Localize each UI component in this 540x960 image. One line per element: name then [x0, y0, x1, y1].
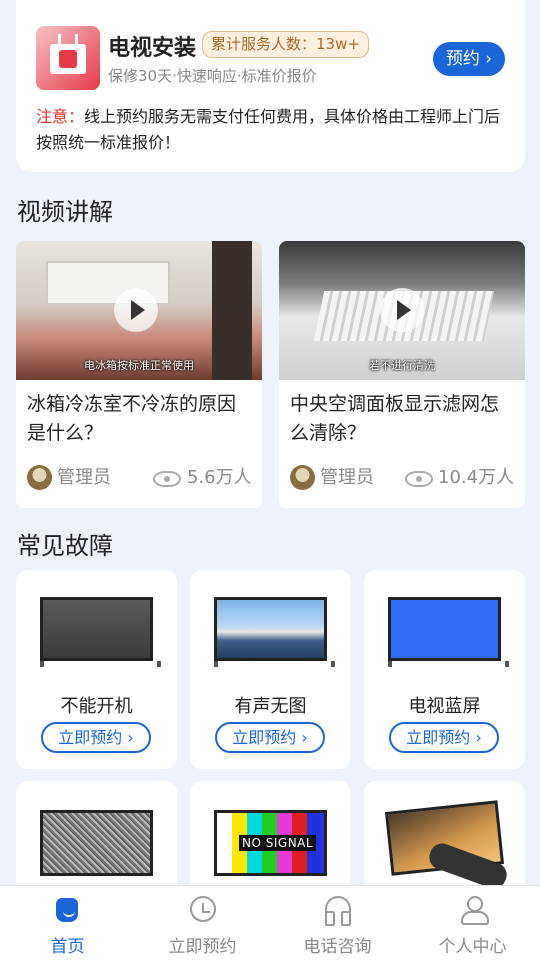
book-button[interactable]: 预约 › [433, 42, 505, 76]
service-title: 电视安装 [108, 36, 197, 61]
video-card[interactable]: 若不进行清洗 中央空调面板显示滤网怎么清除？ 管理员 10.4万人 [279, 241, 525, 508]
tv-image: NO SIGNAL [214, 810, 327, 876]
tab-label: 首页 [50, 937, 85, 957]
fault-card[interactable] [364, 781, 525, 901]
fault-card[interactable]: 不能开机 立即预约 › [16, 570, 177, 769]
clock-icon [190, 896, 216, 922]
fault-card[interactable]: 电视蓝屏 立即预约 › [364, 570, 525, 769]
fault-card[interactable]: NO SIGNAL [190, 781, 351, 901]
fault-name: 有声无图 [234, 696, 307, 717]
book-now-button[interactable]: 立即预约 › [215, 722, 325, 753]
view-count: 5.6万人 [187, 467, 252, 488]
tab-label: 电话咨询 [303, 937, 372, 957]
service-card: 电视安装 累计服务人数：13w+ 保修30天·快速响应·标准价报价 预约 › 注… [16, 0, 525, 172]
tab-book-now[interactable]: 立即预约 [135, 886, 270, 960]
play-icon[interactable] [380, 288, 424, 332]
video-title[interactable]: 中央空调面板显示滤网怎么清除？ [290, 390, 516, 448]
tab-label: 个人中心 [438, 937, 507, 957]
served-count-badge: 累计服务人数：13w+ [202, 31, 369, 58]
home-icon [56, 898, 78, 922]
view-count: 10.4万人 [438, 467, 515, 488]
video-caption: 若不进行清洗 [369, 359, 435, 372]
fault-card[interactable] [16, 781, 177, 901]
notice-body: 线上预约服务无需支付任何费用，具体价格由工程师上门后按照统一标准报价！ [36, 107, 501, 152]
tv-image [388, 597, 509, 667]
headset-icon [325, 896, 351, 926]
play-icon[interactable] [114, 288, 158, 332]
tab-profile[interactable]: 个人中心 [405, 886, 540, 960]
service-subtitle: 保修30天·快速响应·标准价报价 [108, 67, 317, 85]
tv-image [40, 810, 153, 876]
eye-icon [405, 471, 433, 487]
user-icon [460, 896, 489, 925]
notice-label: 注意： [36, 107, 85, 126]
fault-name: 不能开机 [60, 696, 133, 717]
video-caption: 电冰箱按标准正常使用 [84, 359, 194, 372]
avatar [290, 465, 315, 490]
video-card[interactable]: 电冰箱按标准正常使用 冰箱冷冻室不冷冻的原因是什么？ 管理员 5.6万人 [16, 241, 262, 508]
video-section-title: 视频讲解 [17, 198, 113, 226]
bottom-tab-bar: 首页 立即预约 电话咨询 个人中心 [0, 885, 540, 960]
book-now-button[interactable]: 立即预约 › [389, 722, 499, 753]
fault-card[interactable]: 有声无图 立即预约 › [190, 570, 351, 769]
eye-icon [153, 471, 181, 487]
author-name: 管理员 [57, 467, 111, 488]
tab-home[interactable]: 首页 [0, 886, 135, 960]
book-now-button[interactable]: 立即预约 › [41, 722, 151, 753]
tv-image [214, 597, 335, 667]
author-name: 管理员 [320, 467, 374, 488]
avatar [27, 465, 52, 490]
notice-text: 注意：线上预约服务无需支付任何费用，具体价格由工程师上门后按照统一标准报价！ [36, 104, 506, 156]
no-signal-text: NO SIGNAL [239, 835, 317, 851]
tab-label: 立即预约 [168, 937, 237, 957]
tab-phone-consult[interactable]: 电话咨询 [270, 886, 405, 960]
tv-install-icon [36, 26, 100, 90]
tv-image [40, 597, 161, 667]
video-title[interactable]: 冰箱冷冻室不冷冻的原因是什么？ [27, 390, 253, 448]
faults-section-title: 常见故障 [17, 532, 113, 560]
fault-name: 电视蓝屏 [408, 696, 481, 717]
